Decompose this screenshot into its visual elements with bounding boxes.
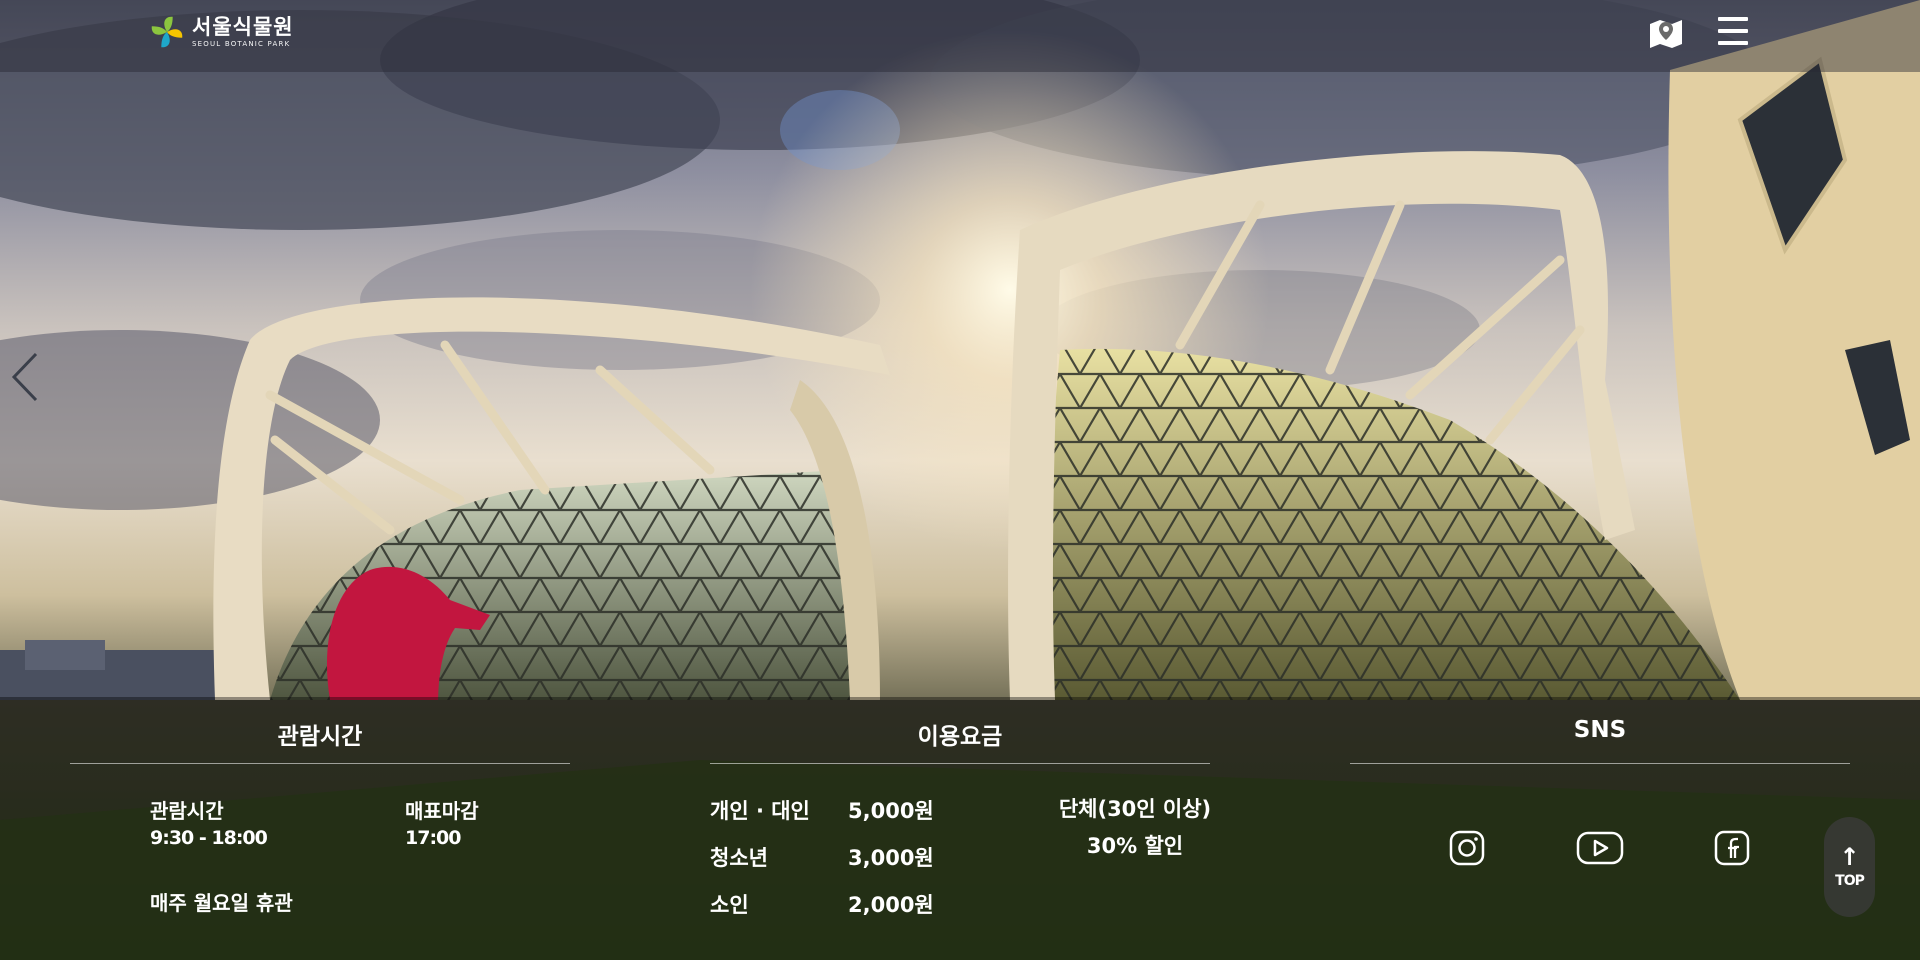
fee-row-label: 개인 · 대인 <box>710 799 810 823</box>
arrow-up-icon: ↑ <box>1839 843 1860 871</box>
instagram-link[interactable] <box>1448 829 1486 867</box>
instagram-icon <box>1449 830 1485 866</box>
fee-row-label: 청소년 <box>710 846 768 870</box>
divider <box>710 763 1210 764</box>
ticket-close-label: 매표마감 <box>405 799 479 823</box>
facebook-icon <box>1714 830 1750 866</box>
divider <box>70 763 570 764</box>
fee-row-label: 소인 <box>710 893 749 917</box>
fee-row-price: 2,000원 <box>848 893 934 917</box>
map-icon <box>1650 20 1682 48</box>
fee-row-price: 3,000원 <box>848 846 934 870</box>
slider-prev-button[interactable] <box>8 350 42 404</box>
scroll-top-label: TOP <box>1835 873 1865 889</box>
sns-title: SNS <box>1573 717 1627 743</box>
map-button[interactable] <box>1648 16 1684 48</box>
menu-bar <box>1718 29 1748 33</box>
fee-row-price: 5,000원 <box>848 799 934 823</box>
fees-title: 이용요금 <box>917 724 1003 750</box>
logo-english-name: SEOUL BOTANIC PARK <box>192 40 291 48</box>
youtube-icon <box>1576 831 1624 865</box>
menu-bar <box>1718 41 1748 45</box>
open-hours-label: 관람시간 <box>150 799 224 823</box>
ticket-close-value: 17:00 <box>405 827 461 849</box>
open-hours-value: 9:30 - 18:00 <box>150 827 268 849</box>
closed-day-note: 매주 월요일 휴관 <box>150 891 293 915</box>
scroll-top-button[interactable]: ↑ TOP <box>1824 817 1875 917</box>
logo-text: 서울식물원 SEOUL BOTANIC PARK <box>192 15 294 49</box>
pinwheel-logo-icon <box>151 16 183 48</box>
site-logo[interactable]: 서울식물원 SEOUL BOTANIC PARK <box>148 13 294 51</box>
group-fee-label: 단체(30인 이상) <box>1058 797 1212 821</box>
youtube-link[interactable] <box>1576 829 1624 867</box>
group-fee-discount: 30% 할인 <box>1086 834 1184 858</box>
hamburger-menu-button[interactable] <box>1718 14 1750 48</box>
menu-bar <box>1718 17 1748 21</box>
logo-korean-name: 서울식물원 <box>192 15 294 39</box>
hours-title: 관람시간 <box>277 724 363 750</box>
info-panel: 관람시간 관람시간 9:30 - 18:00 매표마감 17:00 매주 월요일… <box>0 697 1920 960</box>
divider <box>1350 763 1850 764</box>
facebook-link[interactable] <box>1713 829 1751 867</box>
site-header: 서울식물원 SEOUL BOTANIC PARK <box>0 0 1920 72</box>
chevron-left-icon <box>11 352 38 402</box>
